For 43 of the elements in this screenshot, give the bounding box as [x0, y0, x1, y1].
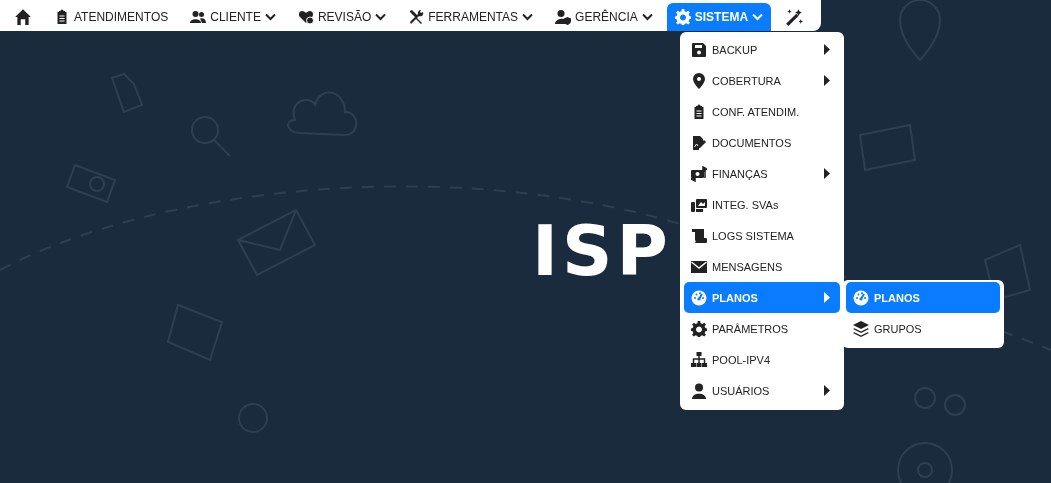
menu-item[interactable]: FINANÇAS [684, 158, 840, 189]
menu-item[interactable]: COBERTURA [684, 65, 840, 96]
logo: ISP [532, 216, 672, 286]
nav-menu-item[interactable]: ATENDIMENTOS [46, 3, 177, 31]
menu-item[interactable]: MENSAGENS [684, 251, 840, 282]
chevron-down-icon [522, 13, 534, 21]
users-icon [190, 9, 207, 25]
chevron-down-icon [752, 13, 764, 21]
nav-menu-item[interactable]: CLIENTE [182, 3, 284, 31]
menu-item[interactable]: POOL-IPV4 [684, 344, 840, 375]
magic-wand-icon [785, 8, 804, 26]
menu-item[interactable]: LOGS SISTEMA [684, 220, 840, 251]
media-gallery-icon [691, 196, 707, 213]
scroll-icon [691, 227, 707, 244]
menu-item[interactable]: USUÁRIOS [684, 375, 840, 406]
layers-icon [853, 320, 869, 337]
tools-icon [408, 9, 425, 25]
user-icon [691, 382, 707, 399]
menu-item[interactable]: DOCUMENTOS [684, 127, 840, 158]
gauge-icon [853, 289, 869, 306]
chevron-down-icon [375, 13, 387, 21]
document-pen-icon [691, 134, 707, 151]
settings-icon [691, 320, 707, 337]
chevron-down-icon [641, 13, 653, 21]
menu-item[interactable]: PLANOS [846, 282, 1000, 313]
settings-icon [674, 9, 691, 25]
menu-item[interactable]: PARÂMETROS [684, 313, 840, 344]
chevron-down-icon [264, 13, 276, 21]
gauge-icon [691, 289, 707, 306]
nav-menu-item[interactable]: SISTEMA [666, 3, 772, 31]
nav-menu-item[interactable]: REVISÃO [289, 3, 395, 31]
menu-item[interactable]: BACKUP [684, 34, 840, 65]
menu-item[interactable]: GRUPOS [846, 313, 1000, 344]
nav-menu-item[interactable]: FERRAMENTAS [400, 3, 542, 31]
envelope-icon [691, 258, 707, 275]
menu-item[interactable]: INTEG. SVAs [684, 189, 840, 220]
home-icon [14, 8, 32, 26]
heart-check-icon [297, 9, 314, 25]
network-icon [691, 351, 707, 368]
menu-item[interactable]: CONF. ATENDIM. [684, 96, 840, 127]
nav-menu-item[interactable]: GERÊNCIA [547, 3, 661, 31]
map-pin-icon [691, 72, 707, 89]
menu-item[interactable]: PLANOS [684, 282, 840, 313]
